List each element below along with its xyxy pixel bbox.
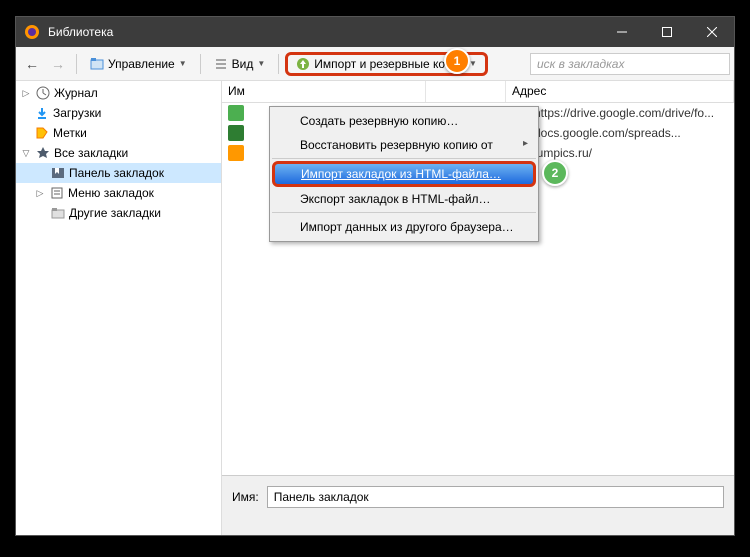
name-field-label: Имя: [232,486,259,504]
sidebar-item-bookmarks-menu[interactable]: ▷ Меню закладок [16,183,221,203]
chevron-down-icon: ▼ [179,59,187,68]
name-field[interactable] [267,486,724,508]
window-title: Библиотека [48,25,599,39]
favicon-icon [228,105,244,121]
sidebar-item-tags[interactable]: Метки [16,123,221,143]
organize-button[interactable]: Управление ▼ [83,53,194,75]
views-icon [214,57,228,71]
favicon-icon [228,145,244,161]
bookmark-list: https://drive.google.com/drive/fo... doc… [222,103,734,475]
import-icon [296,57,310,71]
menu-item-restore[interactable]: Восстановить резервную копию от [272,133,536,159]
annotation-badge-2: 2 [542,160,568,186]
clock-icon [35,85,51,101]
column-name[interactable]: Им [222,81,426,102]
forward-button: → [46,54,70,74]
import-backup-menu: Создать резервную копию… Восстановить ре… [269,106,539,242]
folder-icon [50,205,66,221]
menu-item-export-html[interactable]: Экспорт закладок в HTML-файл… [272,187,536,213]
star-icon [35,145,51,161]
search-input[interactable]: иск в закладках [530,53,730,75]
import-backup-label: Импорт и резервные копии [314,57,465,71]
list-header: Им Адрес [222,81,734,103]
cell-address: https://drive.google.com/drive/fo... [534,106,734,120]
download-icon [34,105,50,121]
cell-address: lumpics.ru/ [534,146,734,160]
annotation-badge-1: 1 [444,48,470,74]
details-panel: Имя: [222,475,734,535]
tree-label: Панель закладок [69,166,164,180]
content-area: Им Адрес https://drive.google.com/drive/… [222,81,734,535]
tree-label: Другие закладки [69,206,161,220]
back-button[interactable]: ← [20,54,44,74]
tree-label: Метки [53,126,87,140]
sidebar-item-bookmarks-toolbar[interactable]: Панель закладок [16,163,221,183]
titlebar: Библиотека [16,17,734,47]
views-label: Вид [232,57,254,71]
organize-icon [90,57,104,71]
sidebar-item-history[interactable]: ▷ Журнал [16,83,221,103]
organize-label: Управление [108,57,175,71]
bookmark-toolbar-icon [50,165,66,181]
column-address[interactable]: Адрес [506,81,734,102]
collapse-icon[interactable]: ▽ [20,148,32,159]
tree-label: Меню закладок [68,186,154,200]
minimize-button[interactable] [599,17,644,47]
chevron-down-icon: ▼ [257,59,265,68]
bookmark-menu-icon [49,185,65,201]
menu-item-import-browser[interactable]: Импорт данных из другого браузера… [272,215,536,239]
library-window: Библиотека ← → Управление ▼ Вид ▼ Импорт… [15,16,735,536]
sidebar: ▷ Журнал Загрузки Метки ▽ Все закладки П… [16,81,222,535]
tag-icon [34,125,50,141]
maximize-button[interactable] [644,17,689,47]
menu-item-backup[interactable]: Создать резервную копию… [272,109,536,133]
sidebar-item-downloads[interactable]: Загрузки [16,103,221,123]
firefox-icon [24,24,40,40]
toolbar: ← → Управление ▼ Вид ▼ Импорт и резервны… [16,47,734,81]
tree-label: Все закладки [54,146,128,160]
close-button[interactable] [689,17,734,47]
menu-item-import-html[interactable]: Импорт закладок из HTML-файла… [272,161,536,187]
expand-icon[interactable]: ▷ [34,188,46,199]
tree-label: Журнал [54,86,98,100]
cell-address: docs.google.com/spreads... [534,126,734,140]
sidebar-item-all-bookmarks[interactable]: ▽ Все закладки [16,143,221,163]
sidebar-item-other-bookmarks[interactable]: Другие закладки [16,203,221,223]
favicon-icon [228,125,244,141]
column-tags[interactable] [426,81,506,102]
expand-icon[interactable]: ▷ [20,88,32,99]
tree-label: Загрузки [53,106,101,120]
views-button[interactable]: Вид ▼ [207,53,273,75]
chevron-down-icon: ▼ [469,59,477,68]
